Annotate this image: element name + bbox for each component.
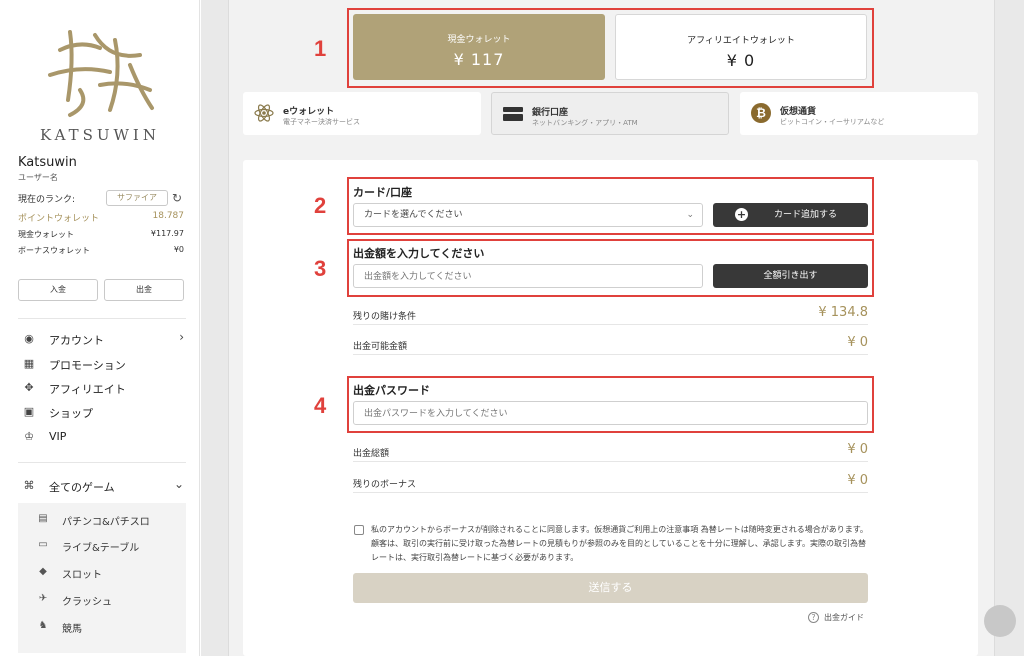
- katsuwin-logo-icon[interactable]: [40, 20, 160, 120]
- games-item-live-table[interactable]: ▭ ライブ&テーブル: [36, 537, 176, 554]
- method-subtitle: ネットバンキング・アプリ・ATM: [532, 119, 638, 127]
- remaining-wager-value: ¥ 134.8: [818, 305, 868, 320]
- method-crypto[interactable]: ₿ 仮想通貨 ビットコイン・イーサリアムなど: [740, 92, 978, 135]
- point-wallet-value: 18.787: [152, 211, 185, 221]
- pachinko-icon: ▤: [38, 513, 48, 524]
- withdraw-button[interactable]: 出金: [104, 279, 184, 301]
- method-title: 仮想通貨: [780, 107, 817, 117]
- remaining-wager-row: 残りの賭け条件 ¥ 134.8: [353, 303, 868, 325]
- withdrawable-value: ¥ 0: [847, 335, 868, 350]
- sidebar-item-account[interactable]: ◉ アカウント ›: [22, 330, 186, 348]
- live-table-icon: ▭: [38, 539, 48, 550]
- total-row: 出金総額 ¥ 0: [353, 440, 868, 462]
- crown-icon: ♔: [24, 430, 34, 443]
- withdrawable-label: 出金可能金額: [353, 342, 408, 352]
- point-wallet-label: ポイントウォレット: [18, 214, 100, 224]
- highlight-box-3: [347, 239, 874, 297]
- gamepad-icon: ⌘: [23, 479, 35, 492]
- sidebar-divider: [18, 462, 186, 463]
- method-title: eウォレット: [283, 107, 335, 117]
- remaining-bonus-value: ¥ 0: [847, 473, 868, 488]
- svg-text:₿: ₿: [756, 106, 766, 120]
- withdraw-guide-label: 出金ガイド: [824, 613, 864, 622]
- rank-label: 現在のランク:: [18, 195, 76, 205]
- deposit-button[interactable]: 入金: [18, 279, 98, 301]
- method-subtitle: ビットコイン・イーサリアムなど: [780, 118, 885, 126]
- brand-name: KATSUWIN: [39, 126, 160, 144]
- highlight-box-4: [347, 376, 874, 433]
- bonus-wallet-label: ボーナスウォレット: [18, 246, 90, 255]
- method-subtitle: 電子マネー決済サービス: [283, 118, 360, 126]
- cash-wallet-label: 現金ウォレット: [18, 230, 74, 239]
- sidebar-item-affiliate[interactable]: ✥ アフィリエイト: [22, 379, 186, 397]
- games-item-crash[interactable]: ✈ クラッシュ: [36, 591, 176, 608]
- sidebar-item-all-games[interactable]: ⌘ 全てのゲーム ⌄: [22, 477, 186, 495]
- step-number-2: 2: [314, 193, 327, 218]
- sidebar-item-label: VIP: [49, 430, 67, 443]
- highlight-box-2: [347, 177, 874, 235]
- cash-wallet-value: ¥117.97: [150, 229, 184, 238]
- games-item-label: パチンコ&パチスロ: [62, 517, 150, 528]
- calendar-icon: ▦: [23, 357, 35, 370]
- chevron-down-icon: ⌄: [173, 477, 184, 491]
- sidebar-item-label: プロモーション: [49, 359, 126, 372]
- horse-icon: ♞: [38, 620, 48, 631]
- games-item-label: クラッシュ: [62, 597, 112, 608]
- method-ewallet[interactable]: eウォレット 電子マネー決済サービス: [243, 92, 481, 135]
- handshake-icon: ✥: [24, 381, 34, 394]
- remaining-wager-label: 残りの賭け条件: [353, 312, 417, 322]
- bitcoin-icon: ₿: [751, 103, 771, 123]
- sidebar-divider: [18, 318, 186, 319]
- username: Katsuwin: [18, 155, 77, 170]
- sidebar-item-label: アフィリエイト: [49, 383, 126, 396]
- rank-row: 現在のランク: サファイア ↻: [18, 190, 186, 206]
- games-item-pachinko[interactable]: ▤ パチンコ&パチスロ: [36, 511, 176, 528]
- games-item-label: 競馬: [62, 624, 82, 635]
- crash-icon: ✈: [38, 593, 48, 604]
- total-value: ¥ 0: [847, 442, 868, 457]
- sidebar-item-label: アカウント: [49, 334, 104, 347]
- sidebar: KATSUWIN Katsuwin ユーザー名 現在のランク: サファイア ↻ …: [0, 0, 200, 656]
- user-circle-icon: ◉: [24, 332, 34, 345]
- sidebar-item-promotion[interactable]: ▦ プロモーション: [22, 355, 186, 373]
- username-caption: ユーザー名: [18, 173, 58, 182]
- highlight-box-1: [347, 8, 874, 88]
- scroll-gutter-right: [994, 0, 1024, 656]
- bank-icon: [503, 107, 523, 121]
- submit-button[interactable]: 送信する: [353, 573, 868, 603]
- games-item-horse[interactable]: ♞ 競馬: [36, 618, 176, 635]
- total-label: 出金総額: [353, 449, 390, 459]
- games-item-slot[interactable]: ◆ スロット: [36, 564, 176, 581]
- method-bank[interactable]: 銀行口座 ネットバンキング・アプリ・ATM: [491, 92, 729, 135]
- step-number-1: 1: [314, 36, 327, 61]
- agree-text: 私のアカウントからボーナスが削除されることに同意します。仮想通貨ご利用上の注意事…: [371, 525, 868, 562]
- withdraw-guide-link[interactable]: ? 出金ガイド: [808, 612, 864, 623]
- refresh-icon[interactable]: ↻: [172, 190, 186, 206]
- question-icon: ?: [808, 612, 819, 623]
- sidebar-item-vip[interactable]: ♔ VIP: [22, 428, 186, 446]
- agree-checkbox[interactable]: [354, 525, 364, 535]
- rank-badge: サファイア: [106, 190, 168, 206]
- slot-icon: ◆: [39, 566, 47, 577]
- step-number-3: 3: [314, 256, 327, 281]
- shop-icon: ▣: [23, 405, 35, 418]
- games-item-label: ライブ&テーブル: [62, 543, 140, 554]
- withdrawable-row: 出金可能金額 ¥ 0: [353, 333, 868, 355]
- atom-icon: [254, 104, 274, 122]
- games-item-label: スロット: [62, 570, 102, 581]
- sidebar-item-label: ショップ: [49, 407, 93, 420]
- step-number-4: 4: [314, 393, 327, 418]
- chevron-right-icon: ›: [179, 330, 184, 344]
- remaining-bonus-label: 残りのボーナス: [353, 480, 417, 490]
- chat-support-icon[interactable]: [984, 605, 1016, 637]
- method-title: 銀行口座: [532, 108, 569, 118]
- sidebar-item-label: 全てのゲーム: [49, 481, 115, 494]
- bonus-wallet-value: ¥0: [173, 245, 184, 254]
- remaining-bonus-row: 残りのボーナス ¥ 0: [353, 471, 868, 493]
- sidebar-item-shop[interactable]: ▣ ショップ: [22, 403, 186, 421]
- scroll-gutter-left: [201, 0, 229, 656]
